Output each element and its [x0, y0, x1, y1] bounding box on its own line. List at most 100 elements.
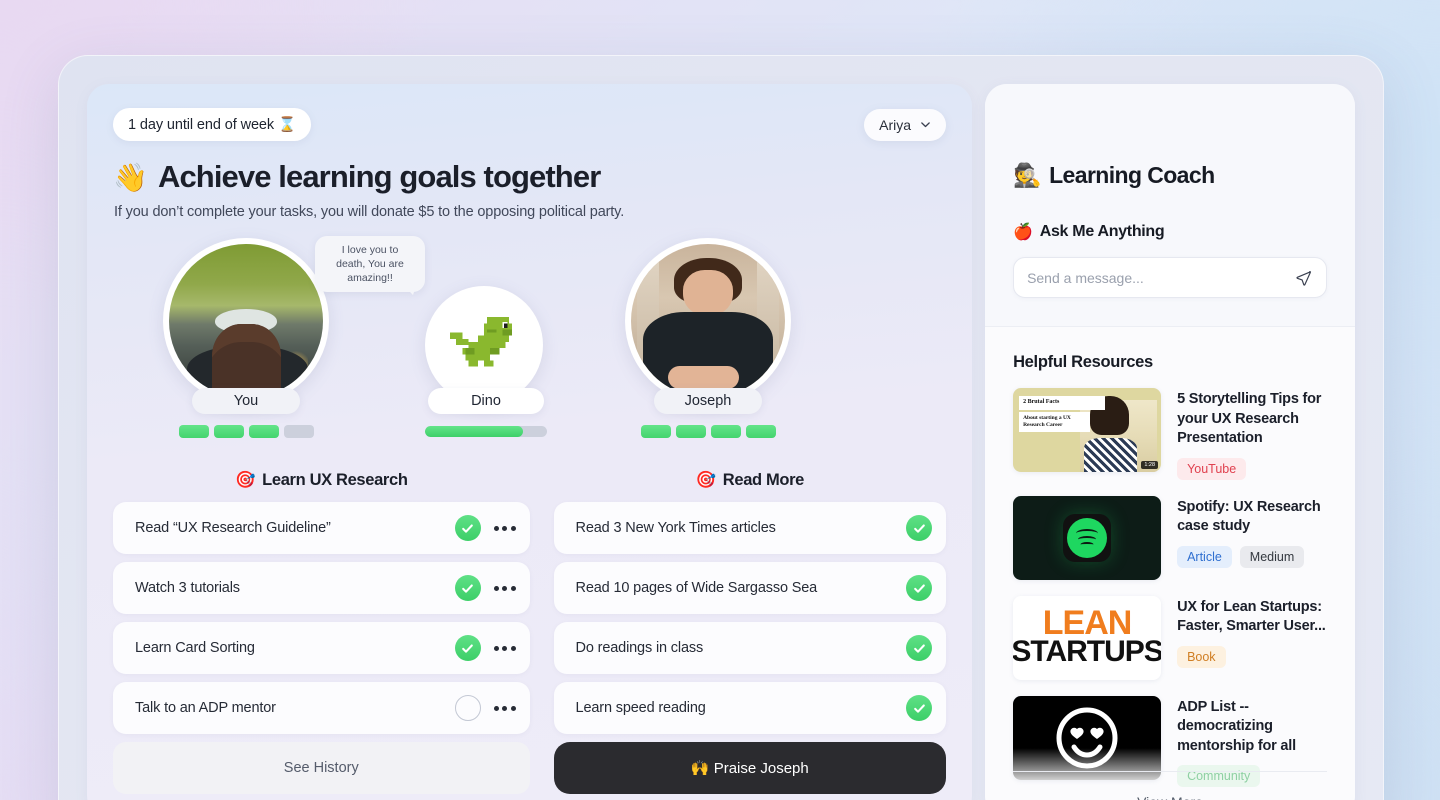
progress-segments-joseph: [625, 425, 791, 438]
participant-you[interactable]: You: [163, 238, 329, 438]
see-history-button[interactable]: See History: [113, 742, 530, 794]
message-input[interactable]: [1027, 269, 1295, 286]
coach-title: 🕵️ Learning Coach: [1013, 162, 1327, 189]
target-icon: 🎯: [695, 471, 717, 489]
task-label: Read “UX Research Guideline”: [135, 520, 331, 536]
user-menu[interactable]: Ariya: [864, 108, 947, 141]
message-input-wrapper[interactable]: [1013, 257, 1327, 298]
goal-column-learn-ux-research: 🎯 Learn UX Research Read “UX Research Gu…: [113, 471, 530, 794]
progress-segment: [710, 425, 741, 438]
praise-joseph-button[interactable]: 🙌 Praise Joseph: [553, 742, 947, 794]
goal-title: Read More: [722, 471, 805, 489]
task-row[interactable]: Learn speed reading: [553, 682, 947, 734]
task-more-icon[interactable]: [493, 645, 516, 651]
progress-segment: [178, 425, 209, 438]
participant-name: Dino: [428, 388, 544, 414]
speech-bubble: I love you to death, You are amazing!!: [315, 236, 425, 296]
task-row[interactable]: Read “UX Research Guideline”: [113, 502, 530, 554]
task-row[interactable]: Do readings in class: [553, 622, 947, 674]
tag-badge[interactable]: Community: [1177, 765, 1261, 788]
avatar[interactable]: [425, 286, 543, 404]
thumb-subheadline: About starting a UX Research Career: [1019, 412, 1091, 433]
coach-title-text: Learning Coach: [1049, 162, 1215, 188]
resource-tags: Book: [1177, 645, 1327, 668]
task-label: Learn Card Sorting: [135, 640, 255, 656]
resource-item[interactable]: 2 Brutal Facts About starting a UX Resea…: [1013, 388, 1327, 480]
book-cover-line1: LEAN: [1042, 604, 1133, 643]
progress-segment: [283, 425, 314, 438]
video-duration: 1:28: [1141, 461, 1159, 469]
thumb-headline: 2 Brutal Facts: [1019, 396, 1105, 410]
target-icon: 🎯: [234, 471, 256, 489]
task-row[interactable]: Watch 3 tutorials: [113, 562, 530, 614]
resource-item[interactable]: LEAN STARTUPS UX for Lean Startups: Fast…: [1013, 595, 1327, 680]
tag-badge[interactable]: Book: [1177, 645, 1226, 668]
task-row[interactable]: Read 3 New York Times articles: [553, 502, 947, 554]
task-checkbox-checked[interactable]: [454, 635, 481, 661]
goal-title: Learn UX Research: [262, 471, 408, 489]
main-panel: 1 day until end of week ⌛ Ariya 👋 Achiev…: [87, 84, 973, 800]
app-window: 1 day until end of week ⌛ Ariya 👋 Achiev…: [58, 55, 1384, 800]
progress-segment: [675, 425, 706, 438]
task-checkbox-checked[interactable]: [454, 575, 481, 601]
user-menu-label: Ariya: [879, 116, 912, 133]
resource-title: Spotify: UX Research case study: [1177, 498, 1321, 535]
resource-title: UX for Lean Startups: Faster, Smarter Us…: [1177, 598, 1326, 635]
task-more-icon[interactable]: [493, 585, 516, 591]
divider: [1013, 771, 1327, 772]
sidebar-panel: 🕵️ Learning Coach 🍎 Ask Me Anything Help…: [985, 84, 1355, 800]
task-checkbox-checked[interactable]: [906, 515, 933, 541]
task-checkbox-checked[interactable]: [906, 575, 933, 601]
detective-icon: 🕵️: [1013, 162, 1042, 188]
resource-title: ADP List -- democratizing mentorship for…: [1177, 698, 1296, 754]
resource-title: 5 Storytelling Tips for your UX Research…: [1177, 391, 1322, 447]
task-label: Watch 3 tutorials: [135, 580, 240, 596]
task-more-icon[interactable]: [493, 525, 516, 531]
ask-me-anything-heading: 🍎 Ask Me Anything: [1013, 222, 1327, 242]
task-label: Read 10 pages of Wide Sargasso Sea: [575, 580, 818, 596]
participants-row: You I love you to death, You are amazing…: [87, 236, 972, 463]
resource-thumbnail-youtube[interactable]: 2 Brutal Facts About starting a UX Resea…: [1013, 388, 1162, 472]
resource-thumbnail-spotify[interactable]: [1013, 495, 1162, 580]
goal-columns: 🎯 Learn UX Research Read “UX Research Gu…: [87, 471, 972, 794]
progress-segments-you: [163, 425, 329, 438]
task-more-icon[interactable]: [493, 705, 516, 711]
task-checkbox-checked[interactable]: [906, 695, 933, 721]
task-checkbox-unchecked[interactable]: [454, 695, 481, 721]
resource-tags: YouTube: [1177, 457, 1327, 480]
page-title: 👋 Achieve learning goals together: [113, 159, 972, 195]
resource-item[interactable]: Spotify: UX Research case study Article …: [1013, 495, 1327, 580]
participant-joseph[interactable]: Joseph: [625, 238, 791, 438]
tag-badge[interactable]: Medium: [1239, 545, 1305, 568]
avatar[interactable]: [163, 238, 329, 404]
week-countdown-badge: 1 day until end of week ⌛: [113, 108, 311, 141]
send-icon[interactable]: [1295, 269, 1313, 287]
task-label: Talk to an ADP mentor: [135, 700, 276, 716]
task-row[interactable]: Read 10 pages of Wide Sargasso Sea: [553, 562, 947, 614]
task-label: Learn speed reading: [575, 700, 706, 716]
task-row[interactable]: Learn Card Sorting: [113, 622, 530, 674]
resource-tags: Community: [1177, 765, 1327, 788]
resource-thumbnail-adplist[interactable]: [1013, 695, 1162, 780]
praise-joseph-label: 🙌 Praise Joseph: [690, 760, 809, 777]
helpful-resources-section: Helpful Resources 2 Brutal Facts About s…: [985, 326, 1355, 800]
heart-eyes-smiley-icon: [1056, 707, 1118, 769]
task-label: Read 3 New York Times articles: [575, 520, 776, 536]
coach-section: 🕵️ Learning Coach 🍎 Ask Me Anything: [985, 84, 1355, 326]
tag-badge[interactable]: YouTube: [1177, 457, 1247, 480]
resource-thumbnail-book[interactable]: LEAN STARTUPS: [1013, 595, 1162, 680]
week-countdown-label: 1 day until end of week ⌛: [128, 117, 296, 133]
apple-icon: 🍎: [1013, 224, 1033, 241]
resource-tags: Article Medium: [1177, 545, 1327, 568]
task-checkbox-checked[interactable]: [454, 515, 481, 541]
panel-header: 1 day until end of week ⌛ Ariya: [87, 84, 972, 141]
page-subtitle: If you don’t complete your tasks, you wi…: [114, 204, 625, 220]
task-checkbox-checked[interactable]: [906, 635, 933, 661]
resource-item[interactable]: ADP List -- democratizing mentorship for…: [1013, 695, 1327, 788]
view-more-button[interactable]: View More: [985, 794, 1355, 800]
avatar[interactable]: [625, 238, 791, 404]
task-row[interactable]: Talk to an ADP mentor: [113, 682, 530, 734]
participant-dino[interactable]: I love you to death, You are amazing!! D…: [315, 236, 547, 437]
avatar-photo-joseph: [631, 244, 785, 398]
tag-badge[interactable]: Article: [1177, 545, 1232, 568]
